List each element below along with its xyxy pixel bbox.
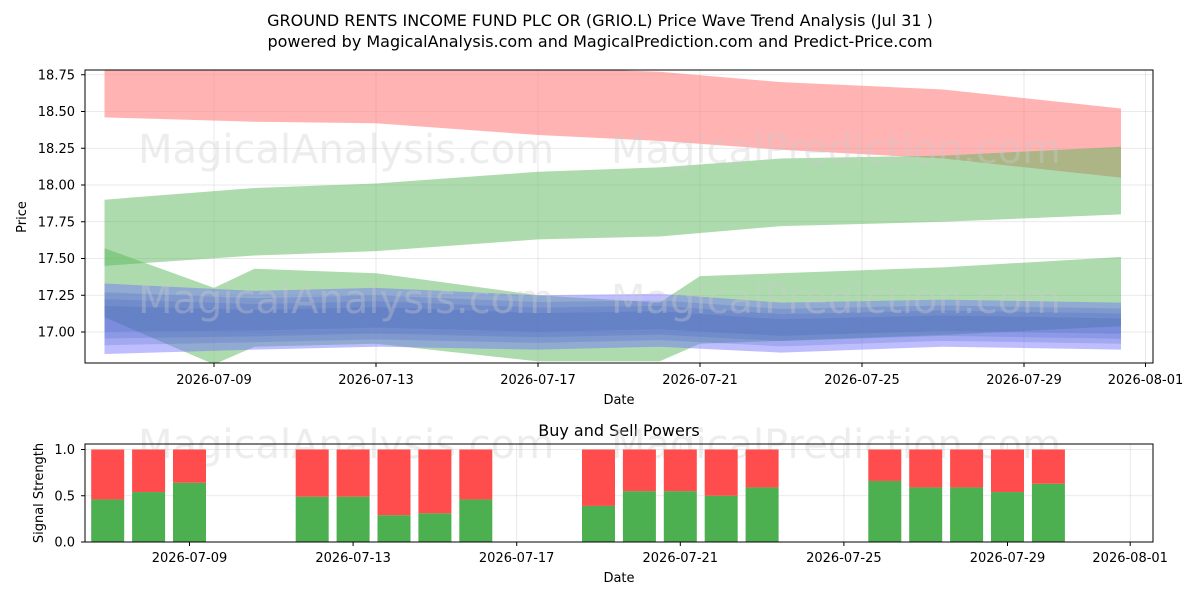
bottom-y-tick-label: 1.0 bbox=[54, 443, 75, 458]
sell-bar bbox=[91, 449, 125, 500]
sell-bar bbox=[991, 449, 1024, 493]
top-y-ticks: 17.00 17.25 17.50 17.75 18.00 18.25 18.50 18.75 bbox=[38, 68, 85, 341]
bottom-x-tick-label: 2026-08-01 bbox=[1092, 551, 1168, 566]
chart-title-line2: powered by MagicalAnalysis.com and Magic… bbox=[267, 32, 932, 51]
top-y-tick-label: 18.00 bbox=[38, 179, 75, 194]
top-y-tick-label: 17.00 bbox=[38, 326, 75, 341]
sell-bar bbox=[418, 449, 452, 514]
top-x-tick-label: 2026-07-21 bbox=[662, 373, 738, 388]
buy-bar bbox=[950, 487, 984, 542]
sell-bar bbox=[295, 449, 329, 497]
sell-bar bbox=[173, 449, 206, 483]
sell-bar bbox=[909, 449, 943, 488]
watermark-prediction: MagicalPrediction.com bbox=[611, 127, 1061, 173]
buy-bar bbox=[1031, 483, 1065, 542]
buy-bar bbox=[704, 495, 738, 542]
sell-bar bbox=[132, 449, 166, 493]
price-wave-panel: MagicalAnalysis.com MagicalPrediction.co… bbox=[15, 68, 1183, 408]
buy-bar bbox=[868, 480, 902, 542]
bottom-x-axis-label: Date bbox=[603, 571, 634, 586]
watermark-prediction: MagicalPrediction.com bbox=[611, 277, 1061, 323]
buy-sell-panel: Buy and Sell Powers MagicalAnalysis.com … bbox=[32, 421, 1168, 586]
top-y-tick-label: 18.75 bbox=[38, 68, 75, 83]
bottom-y-ticks: 0.0 0.5 1.0 bbox=[54, 443, 85, 551]
watermark-analysis: MagicalAnalysis.com bbox=[138, 277, 554, 323]
top-x-ticks: 2026-07-09 2026-07-13 2026-07-17 2026-07-21… bbox=[176, 363, 1183, 388]
sell-bar bbox=[704, 449, 738, 496]
top-y-tick-label: 18.25 bbox=[38, 142, 75, 157]
bottom-x-tick-label: 2026-07-09 bbox=[152, 551, 228, 566]
sell-bar bbox=[622, 449, 656, 492]
buy-bar bbox=[418, 513, 452, 542]
sell-bar bbox=[663, 449, 697, 492]
bottom-x-tick-label: 2026-07-17 bbox=[479, 551, 555, 566]
chart-title-line1: GROUND RENTS INCOME FUND PLC OR (GRIO.L)… bbox=[267, 11, 933, 30]
buy-bar bbox=[295, 496, 329, 542]
sell-bar bbox=[868, 449, 902, 481]
top-x-tick-label: 2026-08-01 bbox=[1108, 373, 1184, 388]
bottom-y-tick-label: 0.0 bbox=[54, 536, 75, 551]
bottom-x-ticks: 2026-07-09 2026-07-13 2026-07-17 2026-07-21… bbox=[152, 542, 1168, 566]
buy-bar bbox=[377, 515, 411, 542]
top-x-tick-label: 2026-07-29 bbox=[986, 373, 1062, 388]
bottom-x-tick-label: 2026-07-13 bbox=[315, 551, 391, 566]
top-x-tick-label: 2026-07-09 bbox=[176, 373, 252, 388]
sell-bar bbox=[582, 449, 615, 506]
buy-bar bbox=[173, 482, 206, 542]
top-x-tick-label: 2026-07-17 bbox=[500, 373, 576, 388]
bottom-x-tick-label: 2026-07-25 bbox=[806, 551, 882, 566]
buy-bar bbox=[336, 496, 370, 542]
sell-bar bbox=[459, 449, 493, 500]
buy-bar bbox=[132, 492, 166, 542]
top-x-tick-label: 2026-07-25 bbox=[824, 373, 900, 388]
top-y-tick-label: 17.75 bbox=[38, 215, 75, 230]
buy-bar bbox=[459, 499, 493, 542]
top-x-axis-label: Date bbox=[603, 393, 634, 408]
buy-bar bbox=[663, 491, 697, 542]
buy-bar bbox=[745, 487, 779, 542]
buy-bar bbox=[909, 487, 943, 542]
top-y-tick-label: 17.25 bbox=[38, 289, 75, 304]
top-y-tick-label: 17.50 bbox=[38, 252, 75, 267]
sell-bar bbox=[336, 449, 370, 497]
buy-bar bbox=[622, 491, 656, 542]
sell-bar bbox=[745, 449, 779, 488]
bottom-y-tick-label: 0.5 bbox=[54, 489, 75, 504]
bottom-y-axis-label: Signal Strength bbox=[32, 443, 47, 543]
buy-bar bbox=[582, 505, 615, 542]
buy-bar bbox=[91, 499, 125, 542]
buy-bar bbox=[991, 492, 1024, 542]
watermark-analysis: MagicalAnalysis.com bbox=[138, 127, 554, 173]
sell-bar bbox=[950, 449, 984, 488]
top-y-tick-label: 18.50 bbox=[38, 105, 75, 120]
bottom-x-tick-label: 2026-07-29 bbox=[970, 551, 1046, 566]
sell-bar bbox=[1031, 449, 1065, 484]
bottom-x-tick-label: 2026-07-21 bbox=[643, 551, 719, 566]
top-y-axis-label: Price bbox=[15, 201, 30, 233]
chart-figure: GROUND RENTS INCOME FUND PLC OR (GRIO.L)… bbox=[15, 11, 1183, 586]
sell-bar bbox=[377, 449, 411, 516]
top-x-tick-label: 2026-07-13 bbox=[338, 373, 414, 388]
